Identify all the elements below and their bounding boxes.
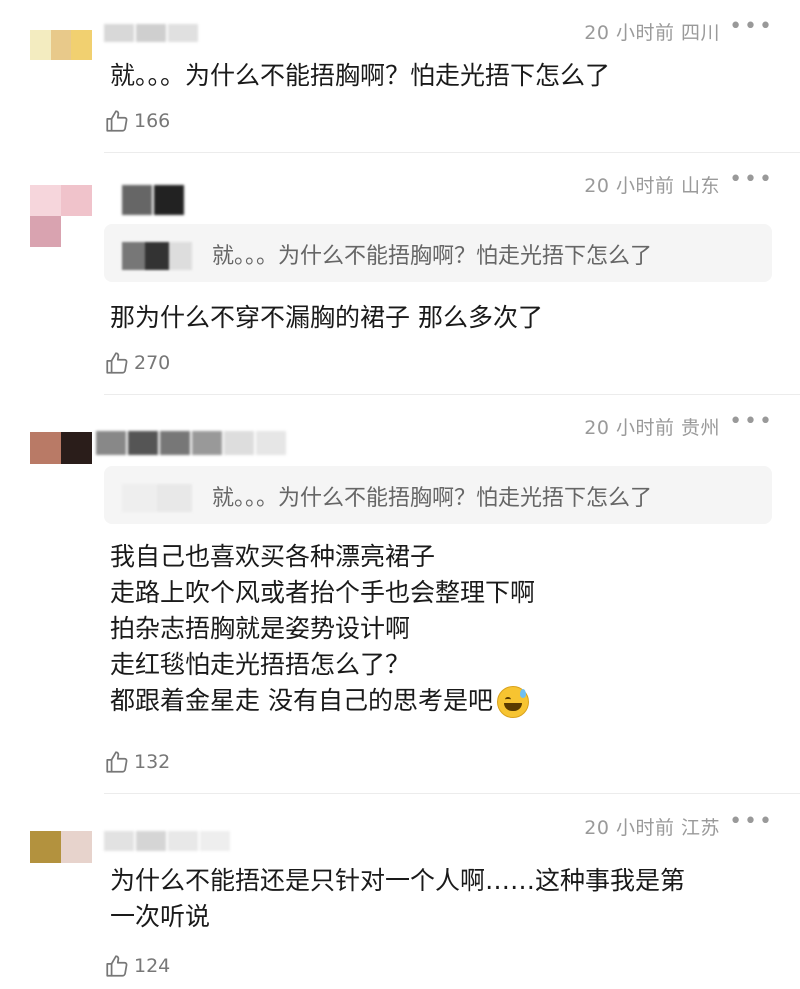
comment-item: 20 小时前 山东 ••• 就。。。为什么不能捂胸啊？怕走光捂下怎么了 那为什么…: [0, 153, 800, 395]
comment-item: 20 小时前 江苏 ••• 为什么不能捂还是只针对一个人啊……这种事我是第 一次…: [0, 795, 800, 989]
sweat-smile-emoji-icon: [496, 686, 529, 718]
username-blurred[interactable]: [104, 24, 198, 42]
thumbs-up-icon: [106, 110, 128, 132]
comment-line: 为什么不能捂还是只针对一个人啊……这种事我是第: [110, 866, 686, 895]
avatar[interactable]: [30, 185, 92, 247]
thumbs-up-icon: [106, 751, 128, 773]
like-count: 166: [134, 110, 171, 132]
comment-line: 走红毯怕走光捂捂怎么了？: [110, 650, 411, 679]
quoted-reply[interactable]: 就。。。为什么不能捂胸啊？怕走光捂下怎么了: [104, 466, 772, 524]
divider: [104, 793, 800, 794]
comment-line: 那为什么不穿不漏胸的裙子 那么多次了: [110, 303, 543, 332]
thumbs-up-icon: [106, 352, 128, 374]
like-count: 132: [134, 751, 171, 773]
like-button[interactable]: 132: [104, 749, 170, 775]
quoted-text: 就。。。为什么不能捂胸啊？怕走光捂下怎么了: [212, 244, 653, 269]
more-options-icon[interactable]: •••: [729, 409, 774, 434]
quoted-text: 就。。。为什么不能捂胸啊？怕走光捂下怎么了: [212, 486, 653, 511]
comment-text: 我自己也喜欢买各种漂亮裙子 走路上吹个风或者抬个手也会整理下啊 拍杂志捂胸就是姿…: [110, 539, 770, 719]
username-blurred[interactable]: [104, 831, 230, 851]
comment-item: 20 小时前 贵州 ••• 就。。。为什么不能捂胸啊？怕走光捂下怎么了 我自己也…: [0, 395, 800, 795]
like-count: 270: [134, 352, 171, 374]
comment-line: 走路上吹个风或者抬个手也会整理下啊: [110, 578, 536, 607]
comment-meta: 20 小时前 江苏: [584, 817, 720, 839]
avatar[interactable]: [30, 30, 93, 60]
comment-line-text: 都跟着金星走 没有自己的思考是吧: [110, 686, 493, 715]
username-blurred[interactable]: [96, 431, 286, 455]
more-options-icon[interactable]: •••: [729, 809, 774, 834]
comment-line: 就。。。为什么不能捂胸啊？怕走光捂下怎么了: [110, 61, 611, 90]
comment-line: 拍杂志捂胸就是姿势设计啊: [110, 614, 411, 643]
comment-meta: 20 小时前 贵州: [584, 417, 720, 439]
comment-line: 都跟着金星走 没有自己的思考是吧: [110, 683, 770, 719]
comment-line: 我自己也喜欢买各种漂亮裙子: [110, 542, 436, 571]
avatar[interactable]: [30, 831, 92, 863]
more-options-icon[interactable]: •••: [729, 167, 774, 192]
avatar[interactable]: [30, 432, 92, 464]
comment-item: 20 小时前 四川 ••• 就。。。为什么不能捂胸啊？怕走光捂下怎么了 166: [0, 0, 800, 153]
comment-meta: 20 小时前 四川: [584, 22, 720, 44]
like-count: 124: [134, 955, 171, 977]
username-blurred[interactable]: [122, 185, 184, 215]
like-button[interactable]: 124: [104, 953, 170, 979]
comment-line: 一次听说: [110, 902, 211, 931]
quoted-username-blurred: [122, 242, 192, 270]
comment-meta: 20 小时前 山东: [584, 175, 720, 197]
like-button[interactable]: 166: [104, 108, 170, 134]
more-options-icon[interactable]: •••: [729, 14, 774, 39]
comment-text: 那为什么不穿不漏胸的裙子 那么多次了: [110, 300, 770, 336]
comment-text: 为什么不能捂还是只针对一个人啊……这种事我是第 一次听说: [110, 863, 770, 935]
thumbs-up-icon: [106, 955, 128, 977]
quoted-username-blurred: [122, 484, 192, 512]
like-button[interactable]: 270: [104, 350, 170, 376]
quoted-reply[interactable]: 就。。。为什么不能捂胸啊？怕走光捂下怎么了: [104, 224, 772, 282]
comment-text: 就。。。为什么不能捂胸啊？怕走光捂下怎么了: [110, 58, 770, 94]
